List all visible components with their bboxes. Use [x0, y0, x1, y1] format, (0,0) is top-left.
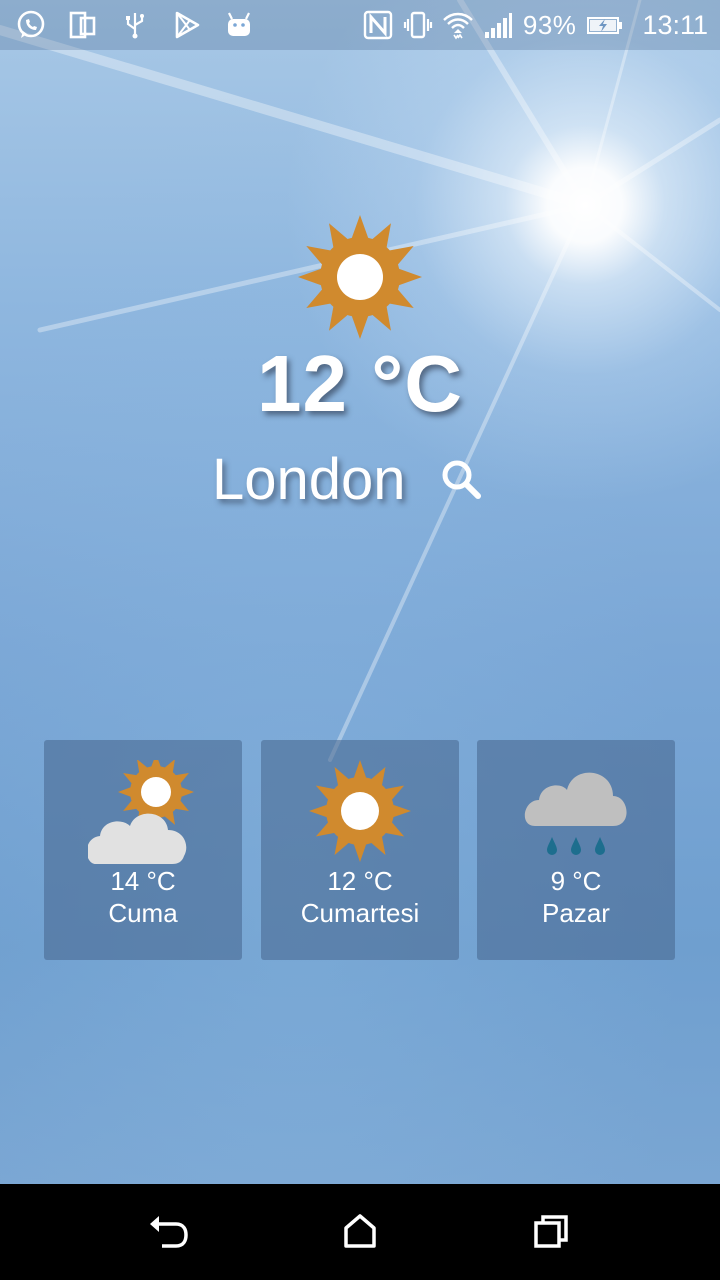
forecast-temp: 9 °C	[550, 866, 602, 896]
nfc-icon	[363, 10, 393, 40]
usb-icon	[126, 13, 144, 39]
signal-icon	[484, 13, 512, 38]
sun-icon	[309, 760, 411, 862]
clock-time: 13:11	[642, 9, 708, 40]
forecast-day: Pazar	[542, 898, 610, 928]
status-bar: 93% 13:11	[0, 0, 720, 50]
home-icon[interactable]	[334, 1206, 386, 1258]
search-icon[interactable]	[436, 455, 486, 505]
vibrate-icon	[403, 11, 432, 39]
whatsapp-icon	[17, 10, 45, 38]
battery-percent: 93%	[522, 9, 577, 40]
play-store-icon	[175, 11, 200, 39]
rain-icon	[524, 772, 627, 855]
forecast-card-2[interactable]: 12 °C Cumartesi	[261, 740, 459, 960]
city-name: London	[212, 447, 406, 512]
back-icon[interactable]	[142, 1206, 194, 1258]
forecast-day: Cuma	[108, 898, 178, 928]
forecast-card-3[interactable]: 9 °C Pazar	[477, 740, 675, 960]
wifi-icon	[443, 12, 473, 40]
recents-icon[interactable]	[526, 1206, 578, 1258]
partly-cloudy-icon	[88, 760, 194, 864]
forecast-card-1[interactable]: 14 °C Cuma	[44, 740, 242, 960]
battery-charging-icon	[587, 17, 623, 34]
android-icon	[228, 12, 250, 36]
forecast-temp: 14 °C	[110, 866, 176, 896]
sun-glare	[0, 0, 720, 762]
forecast-day: Cumartesi	[300, 898, 420, 928]
forecast-list: 14 °C Cuma 12 °C Cumartesi 9 °C Pazar	[44, 740, 676, 960]
dual-screen-icon	[69, 11, 96, 39]
forecast-temp: 12 °C	[327, 866, 393, 896]
city-row: London	[0, 446, 720, 516]
sun-icon	[298, 215, 422, 339]
navigation-bar	[0, 1184, 720, 1280]
current-temperature: 12 °C	[257, 339, 463, 428]
